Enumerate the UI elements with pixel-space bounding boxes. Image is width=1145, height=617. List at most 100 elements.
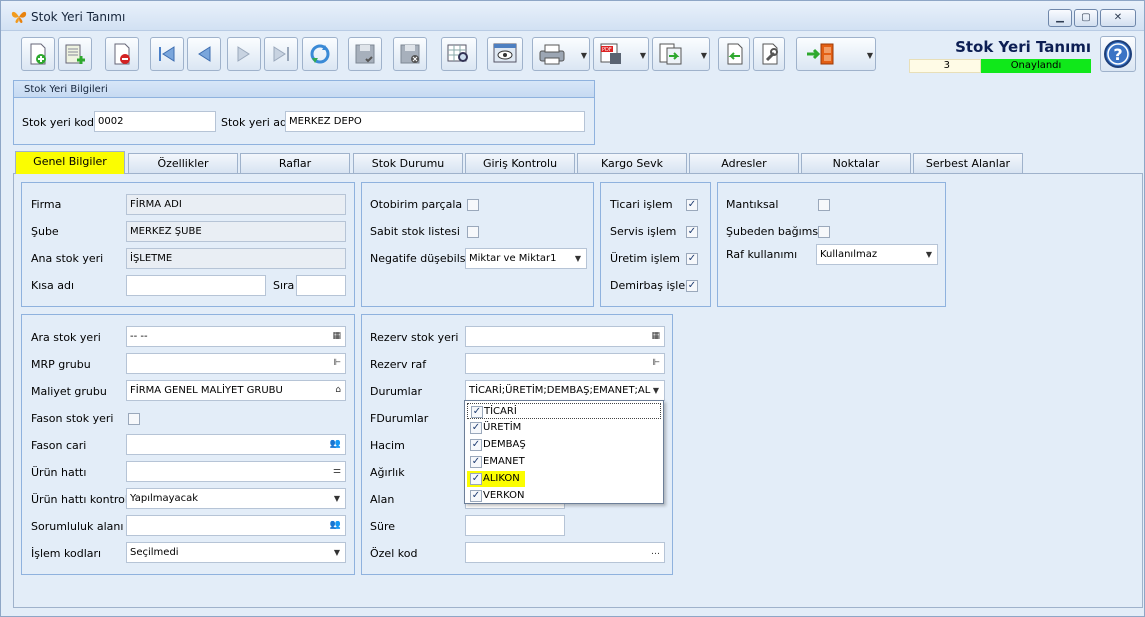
commercial-label: Ticari işlem (610, 198, 673, 211)
tab-stock-status[interactable]: Stok Durumu (353, 153, 463, 174)
auto-unit-label: Otobirim parçala (370, 198, 463, 211)
maximize-button[interactable]: ▢ (1074, 9, 1098, 27)
search-grid-icon (447, 44, 468, 62)
tab-features[interactable]: Özellikler (128, 153, 238, 174)
cost-group-field[interactable]: FİRMA GENEL MALİYET GRUBU ⌂ (126, 380, 346, 401)
stock-location-info-group: Stok Yeri Bilgileri Stok yeri kodu 0002 … (13, 80, 595, 145)
code-field[interactable]: 0002 (94, 111, 216, 132)
name-label: Stok yeri adı (221, 116, 291, 129)
tab-shelves[interactable]: Raflar (240, 153, 350, 174)
intermediate-location-field[interactable]: -- -- ▦ (126, 326, 346, 347)
tab-general[interactable]: Genel Bilgiler (15, 151, 125, 174)
help-button[interactable]: ? (1100, 36, 1136, 72)
options-panel-1: Otobirim parçala Sabit stok listesi Nega… (361, 182, 594, 307)
tab-strip: Genel Bilgiler Özellikler Raflar Stok Du… (13, 151, 1143, 174)
commercial-checkbox[interactable]: ✓ (686, 199, 698, 211)
service-checkbox[interactable]: ✓ (686, 226, 698, 238)
print-button[interactable]: ▼ (532, 37, 590, 71)
product-line-label: Ürün hattı (31, 466, 87, 479)
mrp-group-label: MRP grubu (31, 358, 91, 371)
main-location-label: Ana stok yeri (31, 252, 104, 265)
list-item[interactable]: ✓ DEMBAŞ (467, 437, 661, 453)
tools-button[interactable] (753, 37, 785, 71)
shelf-usage-label: Raf kullanımı (726, 248, 798, 261)
save-button[interactable] (348, 37, 382, 71)
first-record-button[interactable] (150, 37, 184, 71)
next-record-button[interactable] (227, 37, 261, 71)
network-icon: ⚌ (332, 466, 341, 476)
item-checkbox[interactable]: ✓ (470, 422, 482, 434)
chevron-down-icon: ▼ (333, 494, 340, 503)
subcontract-account-field[interactable]: 👥 (126, 434, 346, 455)
auto-unit-checkbox[interactable] (467, 199, 479, 211)
transfer-button[interactable]: ▼ (652, 37, 710, 71)
minimize-button[interactable]: ▁ (1048, 9, 1072, 27)
ellipsis-icon: … (651, 547, 660, 557)
order-input[interactable] (296, 275, 346, 296)
short-name-input[interactable] (126, 275, 266, 296)
close-button[interactable]: ✕ (1100, 9, 1136, 27)
refresh-button[interactable] (302, 37, 338, 71)
list-item[interactable]: ✓ VERKON (467, 488, 661, 504)
special-code-field[interactable]: … (465, 542, 665, 563)
exit-button[interactable]: ▼ (796, 37, 876, 71)
title-bar: Stok Yeri Tanımı ▁ ▢ ✕ (1, 1, 1144, 31)
tab-entry-control[interactable]: Giriş Kontrolu (465, 153, 575, 174)
responsibility-field[interactable]: 👥 (126, 515, 346, 536)
subcontract-location-checkbox[interactable] (128, 413, 140, 425)
negative-select[interactable]: Miktar ve Miktar1 ▼ (465, 248, 587, 269)
tab-points[interactable]: Noktalar (801, 153, 911, 174)
dropdown-arrow-icon: ▼ (700, 51, 707, 60)
cost-group-label: Maliyet grubu (31, 385, 107, 398)
import-button[interactable] (718, 37, 750, 71)
new-document-icon (30, 43, 46, 65)
weight-label: Ağırlık (370, 466, 405, 479)
duration-input[interactable] (465, 515, 565, 536)
item-checkbox[interactable]: ✓ (470, 490, 482, 502)
tab-free-fields[interactable]: Serbest Alanlar (913, 153, 1023, 174)
cancel-save-button[interactable] (393, 37, 427, 71)
code-label: Stok yeri kodu (22, 116, 101, 129)
delete-button[interactable] (105, 37, 139, 71)
tab-addresses[interactable]: Adresler (689, 153, 799, 174)
preview-button[interactable] (487, 37, 523, 71)
item-checkbox[interactable]: ✓ (470, 456, 482, 468)
name-field[interactable]: MERKEZ DEPO (285, 111, 585, 132)
shelf-usage-select[interactable]: Kullanılmaz ▼ (816, 244, 938, 265)
operation-codes-select[interactable]: Seçilmedi ▼ (126, 542, 346, 563)
export-pdf-button[interactable]: PDF ▼ (593, 37, 649, 71)
item-checkbox[interactable]: ✓ (470, 439, 482, 451)
last-record-button[interactable] (264, 37, 298, 71)
item-label: ALIKON (483, 473, 520, 484)
production-checkbox[interactable]: ✓ (686, 253, 698, 265)
branch-independent-checkbox[interactable] (818, 226, 830, 238)
intermediate-location-value: -- -- (130, 331, 148, 342)
users-icon: 👥 (329, 520, 341, 530)
transfer-icon (659, 43, 682, 65)
fixed-stock-checkbox[interactable] (467, 226, 479, 238)
product-line-field[interactable]: ⚌ (126, 461, 346, 482)
statuses-dropdown-list: ✓ TİCARİ ✓ ÜRETİM ✓ DEMBAŞ ✓ EMANET ✓ ALIKON … (464, 400, 664, 504)
list-item[interactable]: ✓ EMANET (467, 454, 661, 470)
list-item[interactable]: ✓ ALIKON (467, 471, 525, 487)
reserve-shelf-field[interactable]: ⊩ (465, 353, 665, 374)
search-button[interactable] (441, 37, 477, 71)
statuses-select[interactable]: TİCARİ;ÜRETİM;DEMBAŞ;EMANET;AL ▼ (465, 380, 665, 401)
previous-record-button[interactable] (187, 37, 221, 71)
users-icon: 👥 (329, 439, 341, 449)
item-checkbox[interactable]: ✓ (471, 406, 483, 418)
logical-checkbox[interactable] (818, 199, 830, 211)
list-item[interactable]: ✓ ÜRETİM (467, 420, 661, 436)
options-panel-3: Mantıksal Şubeden bağımsız Raf kullanımı… (717, 182, 946, 307)
product-line-control-select[interactable]: Yapılmayacak ▼ (126, 488, 346, 509)
mrp-group-field[interactable]: ⊩ (126, 353, 346, 374)
tab-cargo[interactable]: Kargo Sevk (577, 153, 687, 174)
add-button[interactable] (58, 37, 92, 71)
intermediate-location-label: Ara stok yeri (31, 331, 101, 344)
new-button[interactable] (21, 37, 55, 71)
reserve-location-field[interactable]: ▦ (465, 326, 665, 347)
item-checkbox[interactable]: ✓ (470, 473, 482, 485)
maximize-icon: ▢ (1081, 12, 1091, 23)
fixed-asset-checkbox[interactable]: ✓ (686, 280, 698, 292)
list-item[interactable]: ✓ TİCARİ (467, 403, 661, 419)
